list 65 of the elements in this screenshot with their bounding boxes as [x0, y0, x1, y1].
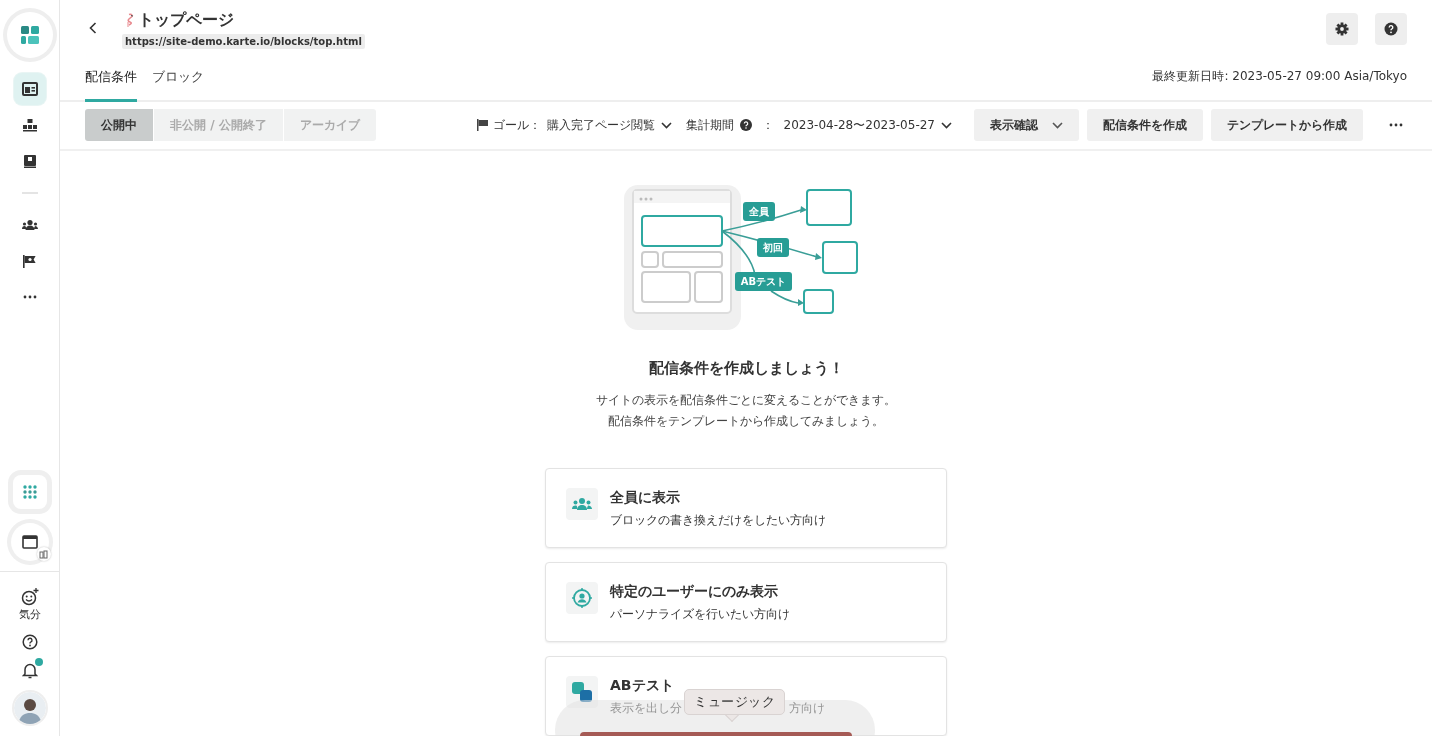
settings-icon — [1335, 22, 1349, 37]
window-icon — [21, 535, 38, 549]
option-title: 全員に表示 — [610, 489, 680, 507]
grid-icon — [22, 485, 37, 499]
option-description: 表示を出し分 — [610, 700, 682, 717]
option-description: パーソナライズを行いたい方向け — [610, 606, 790, 623]
tab[interactable]: 配信条件 — [85, 58, 137, 102]
help-icon — [1384, 22, 1398, 37]
dock-tooltip: ミュージック — [684, 689, 785, 715]
page-title: トップページ — [138, 9, 234, 31]
option-title: ABテスト — [610, 677, 674, 695]
sidebar-item[interactable] — [13, 73, 46, 105]
empty-state-heading: 配信条件を作成しましょう！ — [648, 359, 844, 378]
empty-state-text: サイトの表示を配信条件ごとに変えることができます。 — [596, 392, 896, 409]
bell-icon[interactable] — [21, 661, 38, 679]
segment-tag: ABテスト — [735, 272, 792, 291]
toolbar-button[interactable]: テンプレートから作成 — [1211, 109, 1363, 142]
help-icon — [739, 119, 752, 132]
chevron-down-icon — [941, 121, 952, 129]
chevron-down-icon — [660, 121, 672, 129]
target-box — [806, 189, 852, 226]
last-updated: 最終更新日時: 2023-05-27 09:00 Asia/Tokyo — [1152, 67, 1407, 85]
tab[interactable]: ブロック — [152, 58, 204, 102]
app-logo[interactable] — [6, 12, 53, 58]
help-icon[interactable] — [21, 634, 38, 650]
avatar[interactable] — [13, 692, 46, 724]
chevron-down-icon — [1052, 121, 1063, 129]
smiley-add-icon — [20, 588, 39, 606]
option-title: 特定のユーザーにのみ表示 — [610, 583, 778, 601]
option-card[interactable]: 特定のユーザーにのみ表示 パーソナライズを行いたい方向け — [545, 562, 947, 642]
page-url: https://site-demo.karte.io/blocks/top.html — [122, 33, 365, 49]
help-button[interactable] — [1375, 13, 1407, 46]
goal-label: ゴール： — [492, 116, 541, 134]
people-icon — [572, 497, 592, 511]
preview-dropdown-button[interactable]: 表示確認 — [974, 109, 1079, 142]
flag-icon — [22, 253, 37, 269]
mood-button[interactable]: 気分 — [18, 588, 41, 622]
period-separator: ： — [761, 116, 774, 134]
target-box — [822, 241, 858, 274]
more-icon — [1389, 123, 1403, 128]
target-box — [803, 289, 834, 314]
period-label: 集計期間 — [685, 116, 734, 134]
segment-tag: 初回 — [757, 238, 789, 257]
option-card[interactable]: 全員に表示 ブロックの書き換えだけをしたい方向け — [545, 468, 947, 548]
option-description: 方向け — [789, 700, 825, 717]
mood-label: 気分 — [18, 607, 41, 622]
grid-logo-icon — [20, 26, 39, 44]
back-icon — [89, 22, 97, 35]
user-target-icon — [572, 588, 592, 608]
more-icon — [22, 295, 37, 299]
window-button[interactable] — [10, 523, 49, 561]
flag-icon — [476, 119, 489, 132]
toolbar-button[interactable]: 配信条件を作成 — [1087, 109, 1203, 142]
goal-dropdown[interactable]: 購入完了ページ閲覧 — [546, 116, 672, 134]
status-filter[interactable]: 公開中 — [85, 109, 153, 142]
devices-icon — [39, 549, 48, 559]
settings-button[interactable] — [1326, 13, 1358, 46]
segment-tag: 全員 — [743, 202, 775, 221]
people-icon — [21, 219, 38, 231]
period-dropdown[interactable]: 2023-04-28〜2023-05-27 — [783, 116, 952, 134]
empty-state-text: 配信条件をテンプレートから作成してみましょう。 — [607, 413, 885, 430]
option-description: ブロックの書き換えだけをしたい方向け — [610, 512, 826, 529]
layout-icon — [21, 82, 38, 96]
sitemap-icon — [21, 118, 38, 132]
book-icon — [22, 153, 37, 169]
